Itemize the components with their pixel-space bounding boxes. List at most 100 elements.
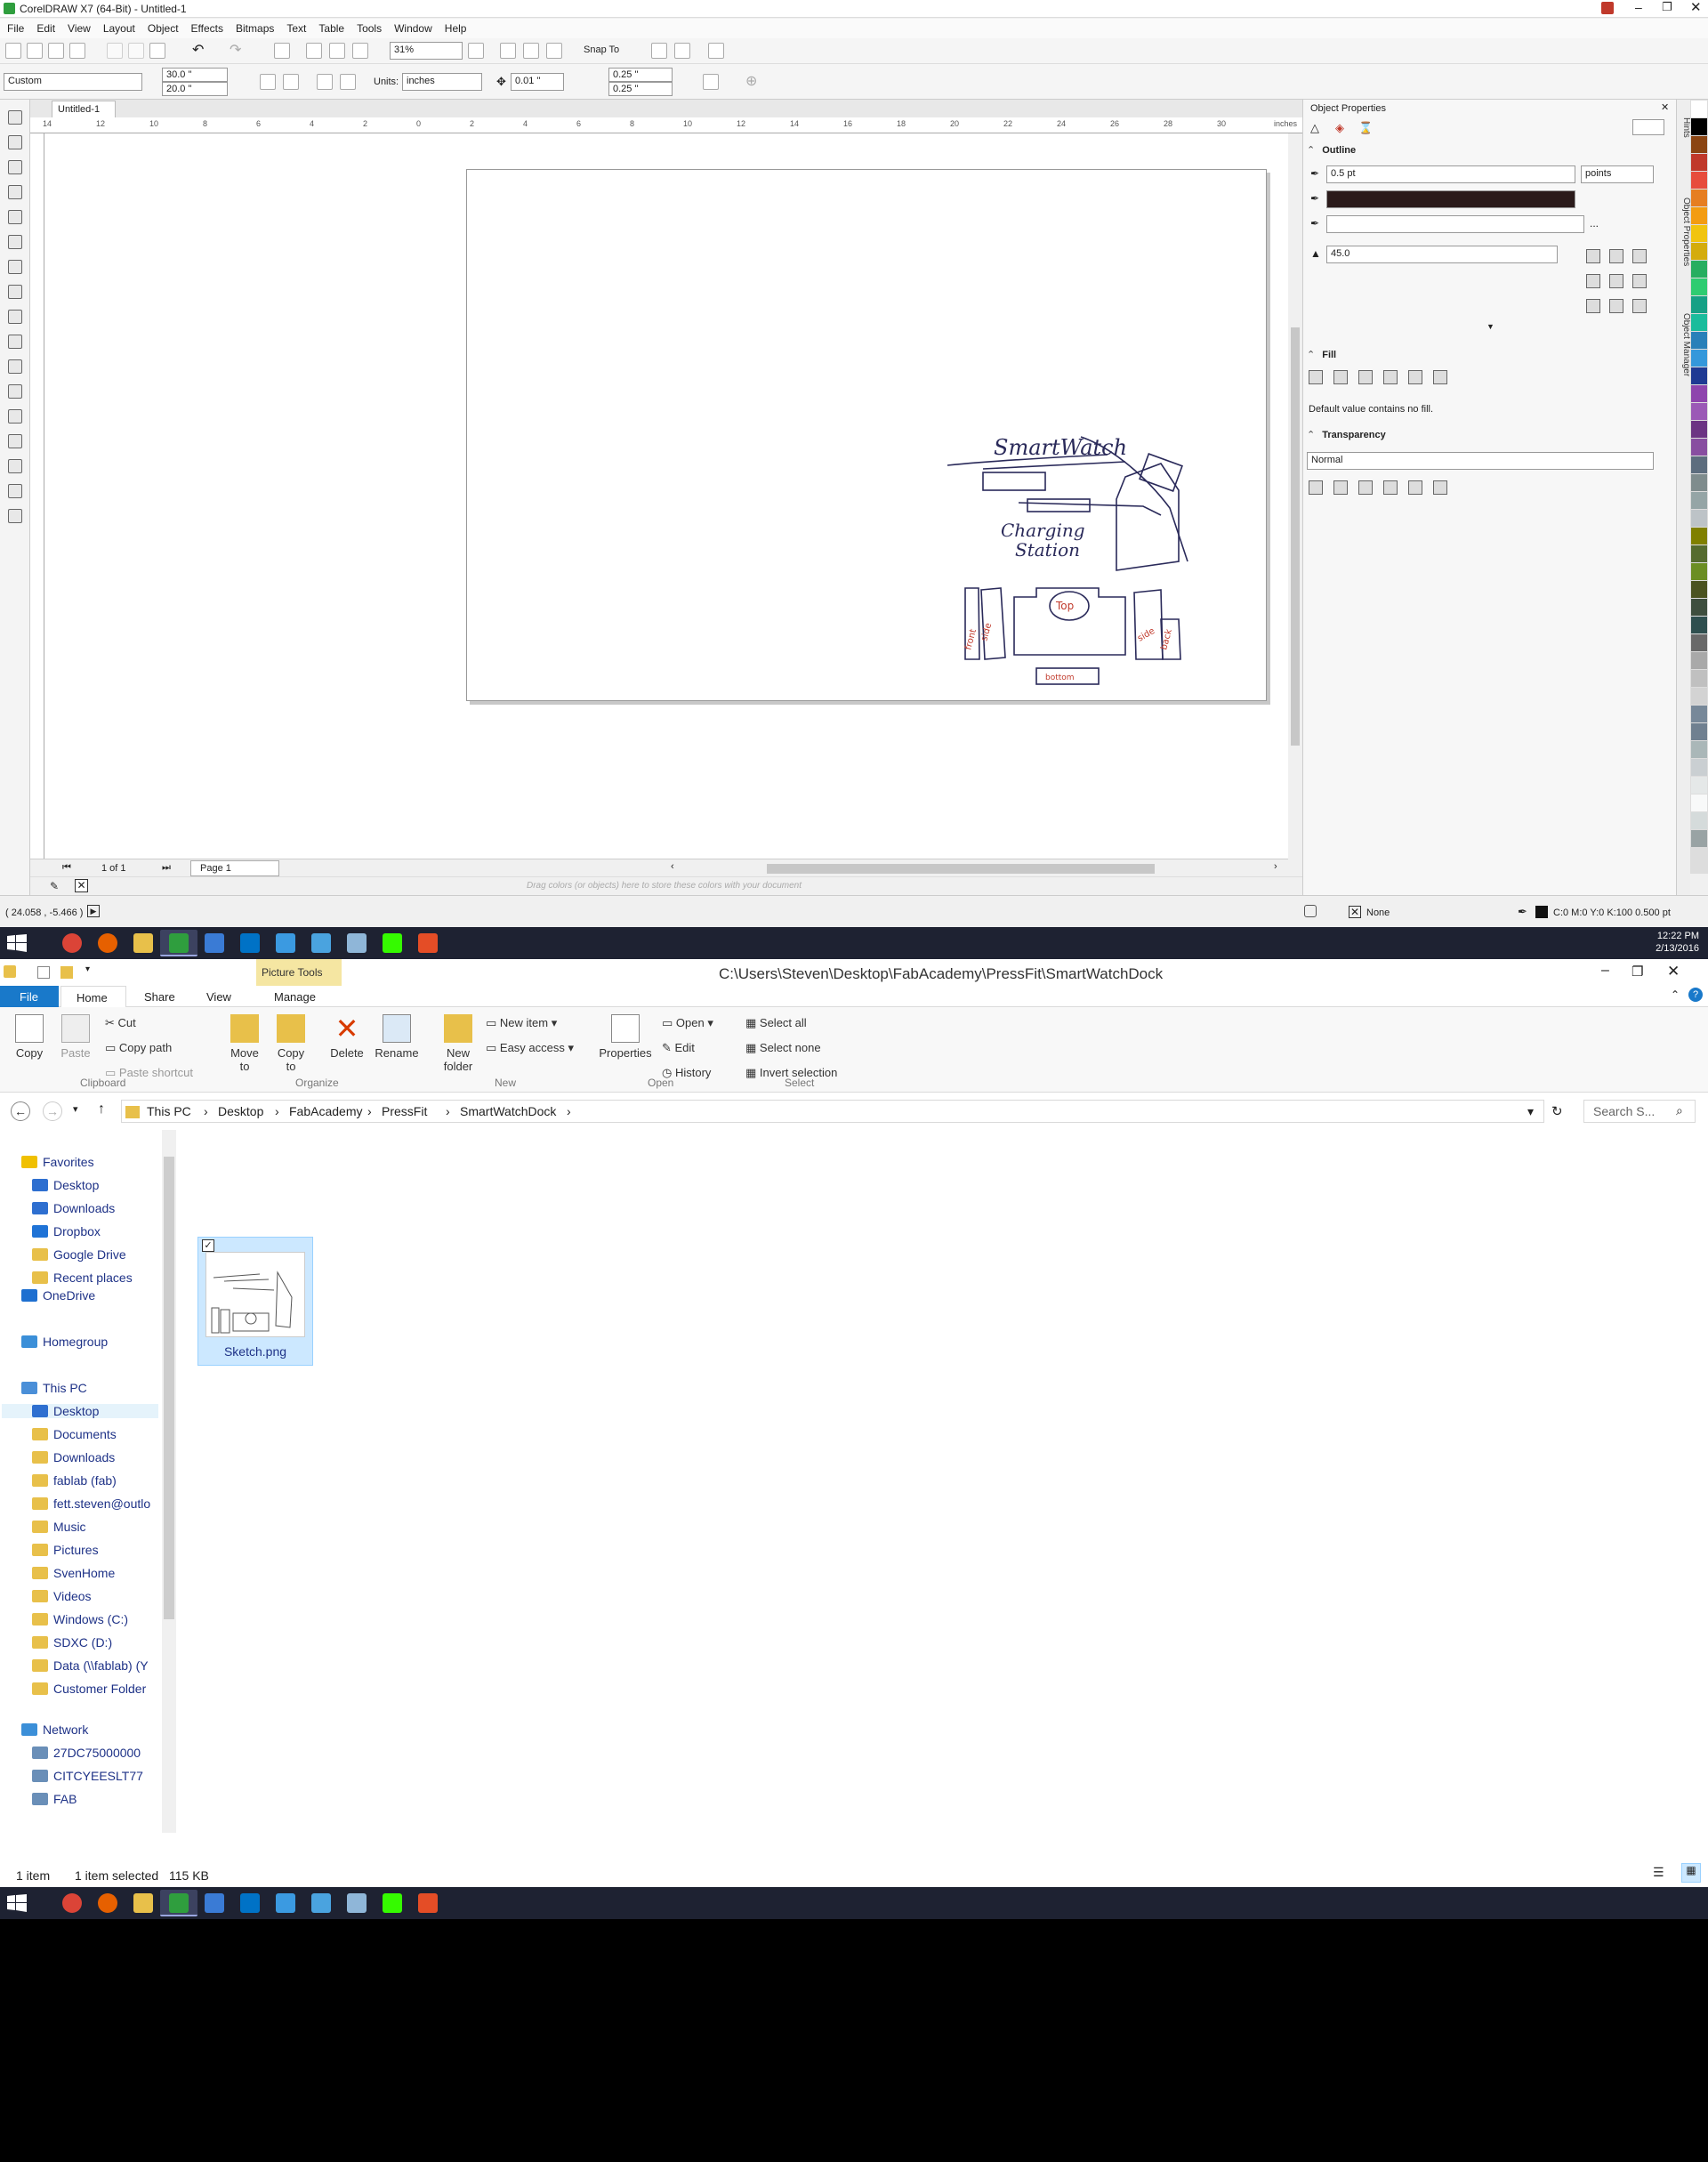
system-tray[interactable]: 12:22 PM 2/13/2016 [1656,930,1699,955]
quick-access-dropdown-icon[interactable]: ▾ [85,964,90,974]
no-transparency-icon[interactable] [1309,480,1323,495]
copy-path-button[interactable]: ▭ Copy path [105,1041,172,1055]
docker-close-icon[interactable]: ✕ [1661,101,1669,113]
palette-swatch[interactable] [1691,225,1707,242]
nav-fav-1[interactable]: Downloads [32,1201,115,1215]
tab-view[interactable]: View [206,990,231,1004]
taskbar-coreldraw-button[interactable] [160,1890,197,1916]
palette-swatch[interactable] [1691,421,1707,438]
zoom-select[interactable]: 31% [390,42,463,60]
taskbar-dreamweaver-button[interactable] [374,930,411,956]
palette-swatch[interactable] [1691,172,1707,189]
menu-effects[interactable]: Effects [191,22,223,35]
tab-share[interactable]: Share [144,990,175,1004]
properties-quick-icon[interactable] [37,966,50,979]
nav-homegroup[interactable]: Homegroup [21,1335,108,1349]
redo-icon[interactable]: ↷ [230,41,241,59]
artistic-media-icon[interactable] [8,235,22,249]
palette-swatch[interactable] [1691,652,1707,669]
taskbar-settings-button[interactable] [302,930,340,956]
options-icon[interactable] [651,43,667,59]
tab-file[interactable]: File [0,986,59,1007]
taskbar-remote-desktop-button[interactable] [196,1890,233,1916]
refresh-icon[interactable]: ↻ [1551,1103,1563,1119]
taskbar-firefox-button[interactable] [89,930,126,956]
welcome-screen-icon[interactable] [708,43,724,59]
breadcrumb-separator-icon[interactable]: › [275,1104,279,1118]
outline-tab-icon[interactable]: △ [1310,121,1319,135]
palette-swatch[interactable] [1691,830,1707,847]
up-icon[interactable]: ↑ [98,1101,105,1117]
taskbar-settings-button[interactable] [302,1890,340,1916]
publish-pdf-icon[interactable] [352,43,368,59]
scroll-left-icon[interactable]: ‹ [671,861,674,872]
bitmap-transparency-icon[interactable] [1408,480,1422,495]
fountain-fill-icon[interactable] [1358,370,1373,384]
document-tab[interactable]: Untitled-1 [52,101,116,117]
file-item[interactable]: ✓ Sketch.png [197,1237,313,1366]
explorer-restore-button[interactable]: ❐ [1631,964,1643,980]
new-doc-icon[interactable] [5,43,21,59]
docker-menu-icon[interactable] [1632,119,1664,135]
palette-swatch[interactable] [1691,403,1707,420]
first-page-icon[interactable]: ⏮ [62,862,71,874]
easy-access-button[interactable]: ▭ Easy access ▾ [486,1041,574,1055]
ribbon-collapse-icon[interactable]: ⌃ [1671,988,1680,1001]
no-fill-icon[interactable] [1309,370,1323,384]
taskbar-dreamweaver-button[interactable] [374,1890,411,1916]
outline-more-button[interactable]: ... [1590,217,1599,230]
breadcrumb-separator-icon[interactable]: › [367,1104,372,1118]
explorer-help-icon[interactable]: ? [1688,988,1703,1002]
rectangle-tool-icon[interactable] [8,260,22,274]
palette-swatch[interactable] [1691,350,1707,367]
rulers-icon[interactable] [500,43,516,59]
nav-net-0[interactable]: 27DC75000000 [32,1746,141,1760]
address-dropdown-icon[interactable]: ▾ [1527,1104,1534,1119]
select-all-button[interactable]: ▦ Select all [745,1016,807,1030]
palette-swatch[interactable] [1691,492,1707,509]
nav-pc-10[interactable]: SDXC (D:) [32,1635,112,1650]
windows-start-icon[interactable] [7,1894,27,1912]
vector-pattern-icon[interactable] [1383,370,1398,384]
vector-transparency-icon[interactable] [1383,480,1398,495]
palette-swatch[interactable] [1691,314,1707,331]
nav-pc-2[interactable]: Downloads [32,1450,115,1464]
undo-icon[interactable]: ↶ [192,41,204,59]
tab-home[interactable]: Home [60,986,126,1008]
outline-color-picker[interactable] [1326,190,1575,208]
taskbar-firefox-button[interactable] [89,1890,126,1916]
menu-layout[interactable]: Layout [103,22,135,35]
edit-button[interactable]: ✎ Edit [662,1041,695,1055]
palette-swatch[interactable] [1691,439,1707,456]
add-icon[interactable]: ⊕ [745,72,757,90]
help-icon[interactable] [1601,2,1614,14]
nav-favorites[interactable]: Favorites [21,1155,94,1169]
taskbar-outlook-button[interactable] [231,930,269,956]
scroll-right-icon[interactable]: › [1274,861,1277,872]
nav-pc-7[interactable]: SvenHome [32,1566,115,1580]
fill-tab-icon[interactable]: ◈ [1335,121,1344,135]
transparency-tab-icon[interactable]: ⌛ [1358,121,1373,135]
palette-swatch[interactable] [1691,118,1707,135]
menu-view[interactable]: View [68,22,91,35]
cut-button[interactable]: ✂ Cut [105,1016,136,1030]
palette-swatch[interactable] [1691,688,1707,705]
copy-icon[interactable] [128,43,144,59]
taskbar-brackets-button[interactable] [409,1890,447,1916]
no-color-swatch[interactable]: ✕ [75,879,88,892]
palette-swatch[interactable] [1691,367,1707,384]
outside-position-icon[interactable] [1586,299,1600,313]
palette-swatch[interactable] [1691,456,1707,473]
uniform-transparency-icon[interactable] [1333,480,1348,495]
copy-button[interactable]: Copy [11,1014,48,1060]
taskbar-chrome-button[interactable] [53,930,91,956]
nav-onedrive[interactable]: OneDrive [21,1288,95,1303]
palette-swatch[interactable] [1691,385,1707,402]
taskbar-clock-button[interactable] [338,930,375,956]
delete-button[interactable]: ✕ Delete [326,1014,368,1060]
round-cap-icon[interactable] [1609,274,1623,288]
text-tool-icon[interactable] [8,335,22,349]
drawing-page[interactable]: SmartWatch Charging Station Top bottom s… [466,169,1267,701]
palette-swatch[interactable] [1691,759,1707,776]
palette-swatch[interactable] [1691,795,1707,811]
